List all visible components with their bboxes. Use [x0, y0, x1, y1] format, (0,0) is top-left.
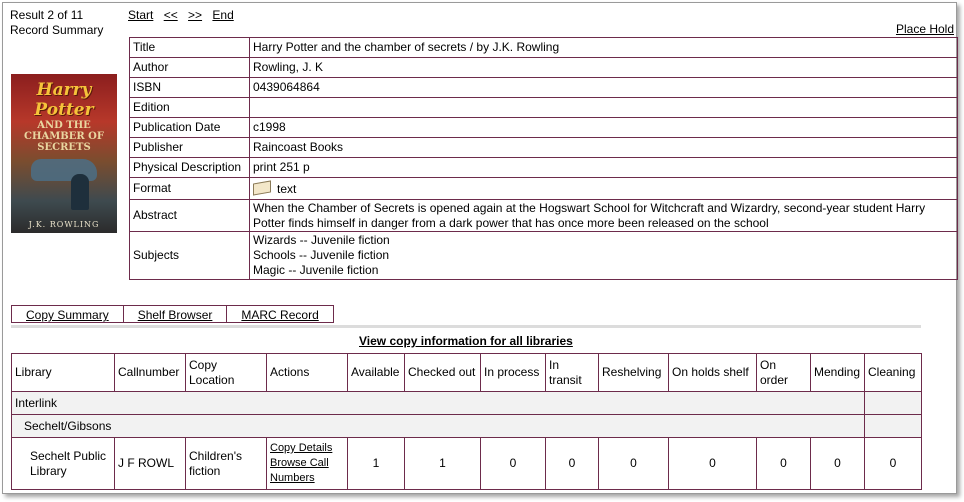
group-empty-cell [864, 391, 922, 415]
subject-item: Schools -- Juvenile fiction [253, 248, 390, 262]
detail-value: Harry Potter and the chamber of secrets … [249, 37, 958, 58]
count-cleaning: 0 [864, 437, 922, 490]
detail-row-title: Title Harry Potter and the chamber of se… [129, 37, 958, 58]
detail-value: Rowling, J. K [249, 57, 958, 78]
tab-shelf-browser[interactable]: Shelf Browser [124, 306, 228, 322]
tab-marc-record[interactable]: MARC Record [227, 306, 332, 322]
col-header-on-holds-shelf: On holds shelf [668, 353, 757, 392]
col-header-on-order: On order [756, 353, 811, 392]
col-header-cleaning: Cleaning [864, 353, 922, 392]
result-header: Result 2 of 11 Record Summary [10, 8, 103, 38]
col-header-in-process: In process [480, 353, 546, 392]
book-cover-image: Harry Potter AND THE CHAMBER OF SECRETS … [11, 74, 117, 233]
col-header-library: Library [11, 353, 115, 392]
detail-value: print 251 p [249, 157, 958, 178]
nav-prev-link[interactable]: << [164, 8, 178, 22]
record-details-table: Title Harry Potter and the chamber of se… [129, 37, 958, 280]
library-subgroup-name: Sechelt/Gibsons [11, 414, 865, 438]
count-mending: 0 [810, 437, 865, 490]
detail-row-subjects: Subjects Wizards -- Juvenile fiction Sch… [129, 231, 958, 280]
detail-label: Author [129, 57, 250, 78]
copy-summary-table: Library Callnumber Copy Location Actions… [11, 353, 922, 490]
detail-row-author: Author Rowling, J. K [129, 57, 958, 78]
detail-label: ISBN [129, 77, 250, 98]
book-icon [253, 179, 271, 196]
detail-label: Title [129, 37, 250, 58]
detail-label: Edition [129, 97, 250, 118]
result-navigation: Start << >> End [128, 8, 241, 22]
tab-copy-summary[interactable]: Copy Summary [12, 306, 124, 322]
col-header-copy-location: Copy Location [185, 353, 267, 392]
detail-row-edition: Edition [129, 97, 958, 118]
col-header-reshelving: Reshelving [598, 353, 669, 392]
detail-value [249, 97, 958, 118]
col-header-in-transit: In transit [545, 353, 599, 392]
record-summary-label: Record Summary [10, 23, 104, 37]
tab-divider [11, 325, 921, 328]
record-tabs: Copy Summary Shelf Browser MARC Record [11, 305, 334, 323]
cover-subtitle-top: AND THE [37, 120, 91, 131]
detail-label: Publication Date [129, 117, 250, 138]
cover-figure-art [71, 174, 89, 210]
col-header-available: Available [347, 353, 405, 392]
copy-location: Children's fiction [185, 437, 267, 490]
detail-row-physical-description: Physical Description print 251 p [129, 157, 958, 178]
subject-item: Magic -- Juvenile fiction [253, 263, 379, 277]
copy-callnumber: J F ROWL [114, 437, 186, 490]
count-in-process: 0 [480, 437, 546, 490]
nav-end-link[interactable]: End [212, 8, 233, 22]
detail-row-abstract: Abstract When the Chamber of Secrets is … [129, 199, 958, 232]
group-empty-cell [864, 414, 922, 438]
place-hold-link[interactable]: Place Hold [896, 22, 954, 36]
detail-label: Abstract [129, 199, 250, 232]
detail-value: Wizards -- Juvenile fiction Schools -- J… [249, 231, 958, 280]
nav-start-link[interactable]: Start [128, 8, 153, 22]
count-on-order: 0 [756, 437, 811, 490]
count-checked-out: 1 [404, 437, 481, 490]
detail-label: Physical Description [129, 157, 250, 178]
detail-label: Subjects [129, 231, 250, 280]
detail-row-format: Format text [129, 177, 958, 200]
detail-value: Raincoast Books [249, 137, 958, 158]
cover-author: J.K. ROWLING [28, 220, 100, 229]
count-on-holds-shelf: 0 [668, 437, 757, 490]
detail-label: Publisher [129, 137, 250, 158]
copy-row: Sechelt Public Library J F ROWL Children… [11, 437, 922, 490]
library-group-row: Interlink [11, 391, 922, 415]
library-group-name: Interlink [11, 391, 865, 415]
library-subgroup-row: Sechelt/Gibsons [11, 414, 922, 438]
col-header-checked-out: Checked out [404, 353, 481, 392]
copy-details-link[interactable]: Copy Details [270, 441, 344, 456]
detail-row-publication-date: Publication Date c1998 [129, 117, 958, 138]
cover-title: Harry Potter [34, 80, 94, 120]
view-all-libraries-link[interactable]: View copy information for all libraries [359, 334, 573, 348]
detail-value: When the Chamber of Secrets is opened ag… [249, 199, 958, 232]
count-available: 1 [347, 437, 405, 490]
copy-table-header: Library Callnumber Copy Location Actions… [11, 353, 922, 392]
format-value: text [277, 181, 297, 196]
copy-library: Sechelt Public Library [11, 437, 115, 490]
count-reshelving: 0 [598, 437, 669, 490]
subject-item: Wizards -- Juvenile fiction [253, 233, 390, 247]
detail-value: c1998 [249, 117, 958, 138]
cover-subtitle-bottom: CHAMBER OF SECRETS [24, 131, 104, 153]
detail-row-publisher: Publisher Raincoast Books [129, 137, 958, 158]
nav-next-link[interactable]: >> [188, 8, 202, 22]
count-in-transit: 0 [545, 437, 599, 490]
detail-value: text [249, 177, 958, 200]
col-header-mending: Mending [810, 353, 865, 392]
result-count: Result 2 of 11 [10, 8, 84, 22]
record-panel: Result 2 of 11 Record Summary Start << >… [2, 2, 958, 494]
detail-label: Format [129, 177, 250, 200]
cover-subtitle: AND THE CHAMBER OF SECRETS [11, 120, 117, 153]
detail-value: 0439064864 [249, 77, 958, 98]
col-header-callnumber: Callnumber [114, 353, 186, 392]
detail-row-isbn: ISBN 0439064864 [129, 77, 958, 98]
browse-call-numbers-link[interactable]: Browse Call Numbers [270, 456, 344, 486]
col-header-actions: Actions [266, 353, 348, 392]
copy-actions: Copy Details Browse Call Numbers [266, 437, 348, 490]
